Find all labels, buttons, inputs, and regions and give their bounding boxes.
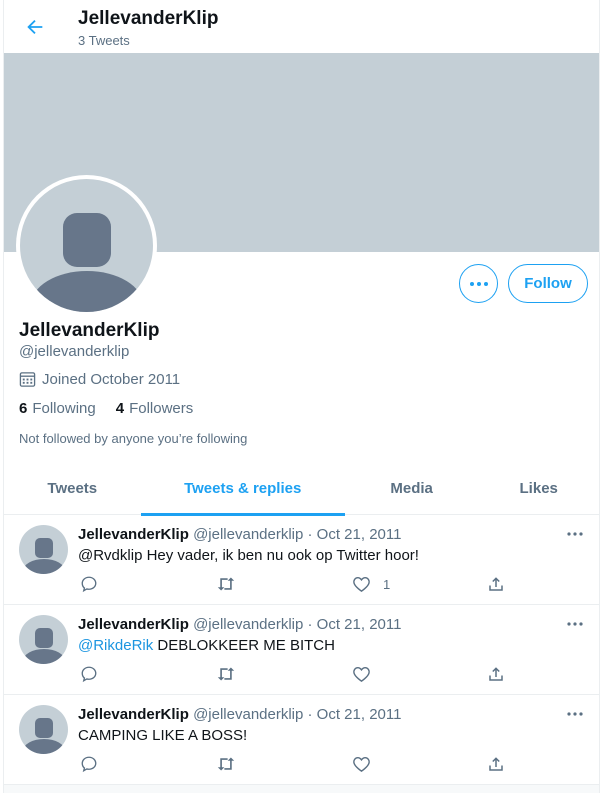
tweet-header: JellevanderKlip @jellevanderklip · Oct 2…: [78, 616, 401, 633]
like-button[interactable]: [352, 755, 383, 773]
bottom-strip: [4, 785, 599, 793]
tweet-body: DEBLOKKEER ME BITCH: [153, 637, 335, 654]
tweet-item[interactable]: JellevanderKlip @jellevanderklip · Oct 2…: [4, 695, 599, 785]
tweet-header: JellevanderKlip @jellevanderklip · Oct 2…: [78, 526, 401, 543]
default-avatar-icon: [19, 705, 68, 754]
followers-link[interactable]: 4 Followers: [116, 400, 194, 417]
tweet-author-name[interactable]: JellevanderKlip: [78, 526, 189, 543]
more-dots-icon: [567, 712, 583, 716]
tweet-avatar[interactable]: [19, 705, 68, 754]
follow-button[interactable]: Follow: [508, 264, 588, 303]
more-dots-icon: [469, 281, 488, 286]
like-button[interactable]: 1: [352, 575, 390, 593]
retweet-icon: [217, 667, 235, 681]
more-dots-icon: [567, 532, 583, 536]
retweet-icon: [217, 757, 235, 771]
retweet-button[interactable]: [216, 575, 236, 593]
tweet-author-name[interactable]: JellevanderKlip: [78, 616, 189, 633]
tweet-avatar[interactable]: [19, 525, 68, 574]
tweet-item[interactable]: JellevanderKlip @jellevanderklip · Oct 2…: [4, 515, 599, 605]
calendar-icon: [19, 372, 36, 387]
tweet-more-button[interactable]: [565, 614, 585, 634]
tab-media[interactable]: Media: [345, 462, 479, 515]
back-button[interactable]: [20, 12, 50, 42]
tweet-body: @Rvdklip Hey vader, ik ben nu ook op Twi…: [78, 547, 419, 564]
tweet-body: CAMPING LIKE A BOSS!: [78, 727, 248, 744]
tweet-actions: [78, 665, 508, 689]
following-label: Following: [32, 400, 96, 417]
tweet-author-name[interactable]: JellevanderKlip: [78, 706, 189, 723]
following-link[interactable]: 6 Following: [19, 400, 96, 417]
arrow-left-icon: [27, 19, 43, 35]
profile-handle: @jellevanderklip: [19, 343, 130, 360]
tab-tweets[interactable]: Tweets: [4, 462, 141, 515]
not-followed-note: Not followed by anyone you’re following: [19, 431, 248, 446]
tweet-text: @Rvdklip Hey vader, ik ben nu ook op Twi…: [78, 547, 419, 564]
profile-avatar[interactable]: [16, 175, 157, 316]
default-avatar-icon: [19, 525, 68, 574]
tweet-header: JellevanderKlip @jellevanderklip · Oct 2…: [78, 706, 401, 723]
following-count: 6: [19, 400, 28, 417]
like-button[interactable]: [352, 665, 383, 683]
like-count: 1: [383, 576, 391, 592]
tweet-text: CAMPING LIKE A BOSS!: [78, 727, 247, 744]
tweet-actions: [78, 755, 508, 779]
followers-count: 4: [115, 400, 125, 417]
retweet-button[interactable]: [216, 755, 236, 773]
profile-joined: Joined October 2011: [19, 371, 180, 388]
more-dots-icon: [567, 622, 583, 626]
tab-likes[interactable]: Likes: [478, 462, 599, 515]
tweet-actions: 1: [78, 575, 508, 599]
tweet-item[interactable]: JellevanderKlip @jellevanderklip · Oct 2…: [4, 605, 599, 695]
share-icon: [489, 667, 503, 681]
tweet-more-button[interactable]: [565, 524, 585, 544]
default-avatar-icon: [20, 179, 153, 312]
reply-button[interactable]: [80, 575, 98, 593]
profile-stats: 6 Following 4 Followers: [19, 400, 213, 417]
joined-date: Joined October 2011: [42, 371, 181, 388]
share-icon: [489, 577, 503, 591]
reply-icon: [81, 756, 97, 773]
tweet-more-button[interactable]: [565, 704, 585, 724]
followers-label: Followers: [129, 400, 194, 417]
profile-column: JellevanderKlip 3 Tweets Follow Jellevan…: [3, 0, 600, 793]
tweet-avatar[interactable]: [19, 615, 68, 664]
tweet-meta: @jellevanderklip · Oct 21, 2011: [193, 616, 402, 633]
reply-button[interactable]: [80, 755, 98, 773]
header-title: JellevanderKlip: [78, 8, 219, 29]
retweet-icon: [217, 577, 235, 591]
share-button[interactable]: [487, 755, 505, 773]
tweet-meta: @jellevanderklip · Oct 21, 2011: [193, 526, 402, 543]
tweet-text: @RikdeRik DEBLOKKEER ME BITCH: [78, 637, 335, 654]
profile-name: JellevanderKlip: [19, 320, 160, 341]
share-button[interactable]: [487, 575, 505, 593]
tab-tweets-replies[interactable]: Tweets & replies: [140, 462, 346, 516]
top-header: JellevanderKlip 3 Tweets: [4, 0, 599, 53]
reply-button[interactable]: [80, 665, 98, 683]
default-avatar-icon: [19, 615, 68, 664]
reply-icon: [81, 576, 97, 593]
header-tweet-count: 3 Tweets: [78, 33, 130, 48]
heart-icon: [353, 756, 370, 772]
retweet-button[interactable]: [216, 665, 236, 683]
heart-icon: [353, 666, 370, 682]
more-options-button[interactable]: [459, 264, 498, 303]
tweet-mention[interactable]: @RikdeRik: [78, 637, 153, 654]
share-button[interactable]: [487, 665, 505, 683]
heart-icon: [353, 576, 370, 592]
profile-tabs: Tweets Tweets & replies Media Likes: [4, 462, 599, 516]
tweet-meta: @jellevanderklip · Oct 21, 2011: [193, 706, 402, 723]
share-icon: [489, 757, 503, 771]
reply-icon: [81, 666, 97, 683]
